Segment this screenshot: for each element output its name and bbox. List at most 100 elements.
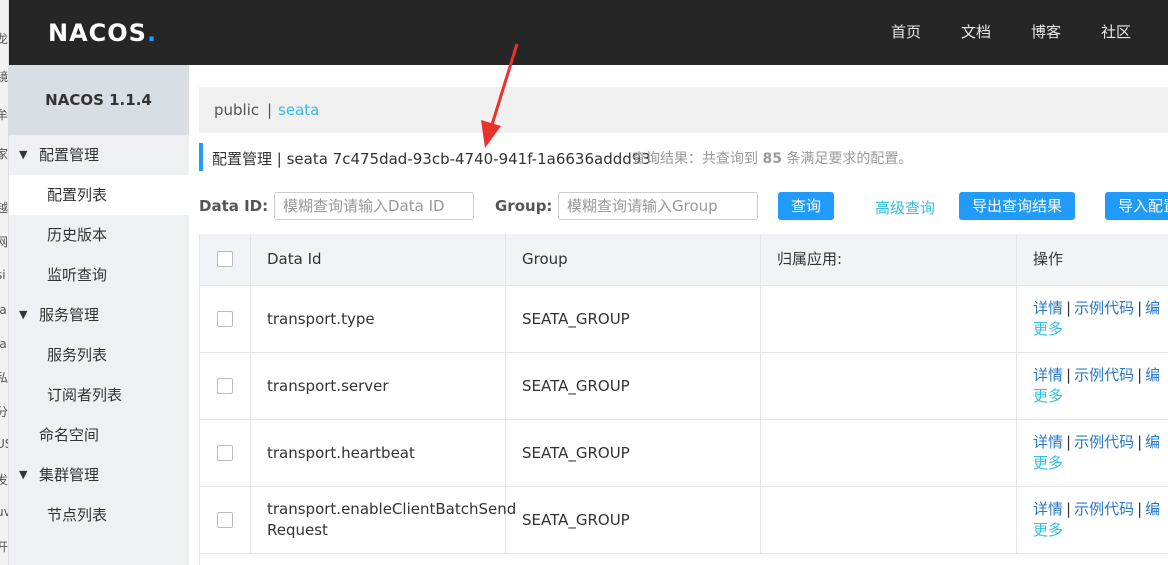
select-all-checkbox[interactable] — [217, 251, 233, 267]
header-label: Data Id — [267, 250, 322, 268]
background-window-strip: 龙 镜 牟 家 越 网 si la la 私 分 US 发 uv 开 — [0, 0, 9, 565]
strip-text: 牟 — [0, 106, 8, 123]
action-separator: | — [1137, 366, 1143, 384]
sample-code-link[interactable]: 示例代码 — [1074, 366, 1134, 384]
table-row: transport.heartbeat SEATA_GROUP 详情 | 示例代码 |… — [200, 420, 1168, 487]
row-group-cell: SEATA_GROUP — [506, 487, 761, 553]
row-data-id-wrap: Request — [267, 521, 328, 539]
row-data-id: transport.type — [267, 310, 375, 328]
action-separator: | — [1066, 500, 1072, 518]
sidebar-item-service-list[interactable]: 服务列表 — [8, 335, 189, 375]
row-group-cell: SEATA_GROUP — [506, 420, 761, 486]
sidebar-item-listener-query[interactable]: 监听查询 — [8, 255, 189, 295]
page-title: 配置管理 | seata 7c475dad-93cb-4740-941f-1a6… — [212, 150, 651, 168]
namespace-public[interactable]: public — [214, 101, 259, 119]
edit-link[interactable]: 编 — [1145, 299, 1160, 317]
row-checkbox[interactable] — [217, 445, 233, 461]
strip-text: 越 — [0, 199, 8, 216]
query-button[interactable]: 查询 — [778, 192, 834, 220]
nav-docs[interactable]: 文档 — [961, 0, 991, 65]
detail-link[interactable]: 详情 — [1033, 433, 1063, 451]
import-config-button[interactable]: 导入配置 — [1105, 192, 1168, 220]
sample-code-link[interactable]: 示例代码 — [1074, 500, 1134, 518]
strip-text: la — [0, 303, 7, 317]
sidebar-item-namespace[interactable]: 命名空间 — [8, 415, 189, 455]
row-actions-line1: 详情 | 示例代码 | 编 — [1033, 432, 1160, 453]
namespace-seata[interactable]: seata — [278, 101, 319, 119]
row-group-cell: SEATA_GROUP — [506, 353, 761, 419]
row-data-id-cell: transport.type — [251, 286, 506, 352]
row-actions-line2: 更多 — [1033, 319, 1063, 340]
header-label: 归属应用: — [777, 250, 843, 268]
more-link[interactable]: 更多 — [1033, 387, 1063, 405]
row-group: SEATA_GROUP — [522, 377, 630, 395]
nacos-logo[interactable]: NACOS. — [48, 19, 157, 47]
advanced-query-link[interactable]: 高级查询 — [875, 197, 935, 218]
strip-text: 开 — [0, 538, 8, 555]
strip-text: la — [0, 337, 7, 351]
sample-code-link[interactable]: 示例代码 — [1074, 299, 1134, 317]
sidebar-group-cluster[interactable]: ▼ 集群管理 — [8, 455, 189, 495]
sidebar-item-config-list[interactable]: 配置列表 — [8, 175, 189, 215]
row-actions-line1: 详情 | 示例代码 | 编 — [1033, 499, 1160, 520]
action-separator: | — [1066, 366, 1072, 384]
sidebar-item-subscriber-list[interactable]: 订阅者列表 — [8, 375, 189, 415]
row-checkbox[interactable] — [217, 512, 233, 528]
sidebar-item-history[interactable]: 历史版本 — [8, 215, 189, 255]
export-results-button[interactable]: 导出查询结果 — [959, 192, 1075, 220]
header-checkbox-cell — [200, 234, 251, 285]
edit-link[interactable]: 编 — [1145, 433, 1160, 451]
sidebar-item-node-list[interactable]: 节点列表 — [8, 495, 189, 535]
detail-link[interactable]: 详情 — [1033, 500, 1063, 518]
nav-community[interactable]: 社区 — [1101, 0, 1131, 65]
header-actions: 操作 — [1017, 234, 1168, 285]
sidebar-group-label: 集群管理 — [39, 466, 100, 484]
row-app-cell — [761, 286, 1017, 352]
more-link[interactable]: 更多 — [1033, 320, 1063, 338]
row-actions-cell: 详情 | 示例代码 | 编 更多 — [1017, 286, 1168, 352]
row-app-cell — [761, 353, 1017, 419]
sidebar: NACOS 1.1.4 ▼ 配置管理 配置列表 历史版本 监听查询 ▼ 服务管理… — [8, 65, 189, 565]
config-table: Data Id Group 归属应用: 操作 transport.type SE… — [199, 234, 1168, 565]
edit-link[interactable]: 编 — [1145, 500, 1160, 518]
table-row: transport.type SEATA_GROUP 详情 | 示例代码 | 编 更多 — [200, 286, 1168, 353]
result-suffix: 条满足要求的配置。 — [786, 151, 913, 167]
group-input[interactable]: 模糊查询请输入Group — [558, 192, 758, 220]
sidebar-group-service[interactable]: ▼ 服务管理 — [8, 295, 189, 335]
search-row: Data ID: 模糊查询请输入Data ID Group: 模糊查询请输入Gr… — [199, 192, 1168, 220]
row-actions-cell: 详情 | 示例代码 | 编 更多 — [1017, 353, 1168, 419]
logo-dot: . — [146, 19, 158, 47]
detail-link[interactable]: 详情 — [1033, 366, 1063, 384]
detail-link[interactable]: 详情 — [1033, 299, 1063, 317]
result-count: 85 — [762, 151, 782, 167]
data-id-input[interactable]: 模糊查询请输入Data ID — [274, 192, 474, 220]
row-data-id-cell: transport.server — [251, 353, 506, 419]
sidebar-group-config[interactable]: ▼ 配置管理 — [8, 135, 189, 175]
row-actions-line2: 更多 — [1033, 453, 1063, 474]
action-separator: | — [1137, 299, 1143, 317]
row-data-id-cell: transport.heartbeat — [251, 420, 506, 486]
row-checkbox-cell — [200, 420, 251, 486]
nav-home[interactable]: 首页 — [891, 0, 921, 65]
strip-text: 分 — [0, 403, 8, 420]
caret-down-icon: ▼ — [19, 308, 28, 321]
group-label: Group: — [495, 197, 553, 215]
table-row: transport.enableClientBatchSend Request … — [200, 487, 1168, 554]
row-checkbox[interactable] — [217, 311, 233, 327]
row-actions-line2: 更多 — [1033, 520, 1063, 541]
row-checkbox-cell — [200, 353, 251, 419]
row-checkbox[interactable] — [217, 378, 233, 394]
row-data-id: transport.server — [267, 377, 389, 395]
strip-text: 镜 — [0, 68, 8, 85]
more-link[interactable]: 更多 — [1033, 521, 1063, 539]
sample-code-link[interactable]: 示例代码 — [1074, 433, 1134, 451]
row-group: SEATA_GROUP — [522, 444, 630, 462]
header-group: Group — [506, 234, 761, 285]
edit-link[interactable]: 编 — [1145, 366, 1160, 384]
caret-down-icon: ▼ — [19, 468, 28, 481]
top-nav: 首页 文档 博客 社区 — [851, 0, 1131, 65]
row-app-cell — [761, 487, 1017, 553]
action-separator: | — [1137, 500, 1143, 518]
more-link[interactable]: 更多 — [1033, 454, 1063, 472]
nav-blog[interactable]: 博客 — [1031, 0, 1061, 65]
